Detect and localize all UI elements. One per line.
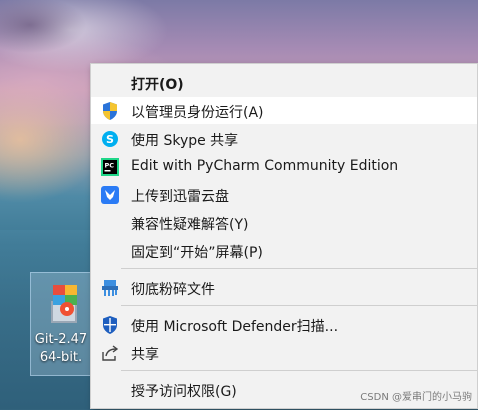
- menu-item-label: 以管理员身份运行(A): [131, 105, 264, 121]
- menu-item-pin-start[interactable]: 固定到“开始”屏幕(P): [91, 237, 477, 264]
- defender-icon: [100, 315, 120, 335]
- menu-item-open[interactable]: 打开(O): [91, 69, 477, 96]
- skype-icon: S: [100, 129, 120, 149]
- menu-item-label: 兼容性疑难解答(Y): [131, 217, 249, 233]
- share-icon: [100, 343, 120, 363]
- uac-shield-icon: [100, 101, 120, 121]
- menu-item-share[interactable]: 共享: [91, 339, 477, 366]
- menu-item-label: 固定到“开始”屏幕(P): [131, 245, 263, 261]
- shredder-icon: [100, 278, 120, 298]
- menu-item-shred[interactable]: 彻底粉碎文件: [91, 274, 477, 301]
- watermark: CSDN @爱串门的小马驹: [360, 392, 472, 403]
- git-installer-icon: [51, 285, 77, 323]
- menu-item-label: 彻底粉碎文件: [131, 282, 215, 298]
- menu-separator: [121, 268, 477, 269]
- menu-item-pycharm[interactable]: PC Edit with PyCharm Community Edition: [91, 153, 477, 180]
- menu-item-label: 使用 Microsoft Defender扫描...: [131, 319, 339, 335]
- desktop-icon-label: Git-2.47 64-bit.: [34, 332, 88, 365]
- svg-text:PC: PC: [105, 162, 115, 170]
- menu-item-xunlei[interactable]: 上传到迅雷云盘: [91, 181, 477, 208]
- menu-item-defender[interactable]: 使用 Microsoft Defender扫描...: [91, 311, 477, 338]
- menu-separator: [121, 305, 477, 306]
- menu-separator: [121, 370, 477, 371]
- xunlei-icon: [100, 185, 120, 205]
- desktop-icon-git-installer[interactable]: Git-2.47 64-bit.: [30, 272, 92, 376]
- menu-item-label: 授予访问权限(G): [131, 384, 237, 400]
- menu-item-label: 共享: [131, 347, 159, 363]
- menu-item-run-as-admin[interactable]: 以管理员身份运行(A): [91, 97, 477, 124]
- menu-item-label: 打开(O): [131, 77, 184, 93]
- context-menu: 打开(O) 以管理员身份运行(A) S 使用 Skype 共享 PC Edit …: [90, 63, 478, 409]
- menu-item-label: Edit with PyCharm Community Edition: [131, 158, 399, 174]
- wallpaper-cloud: [0, 0, 100, 70]
- menu-item-label: 上传到迅雷云盘: [131, 189, 229, 205]
- svg-text:S: S: [106, 133, 114, 146]
- menu-item-compat[interactable]: 兼容性疑难解答(Y): [91, 209, 477, 236]
- menu-item-share-skype[interactable]: S 使用 Skype 共享: [91, 125, 477, 152]
- menu-item-label: 使用 Skype 共享: [131, 133, 239, 149]
- pycharm-icon: PC: [100, 157, 120, 177]
